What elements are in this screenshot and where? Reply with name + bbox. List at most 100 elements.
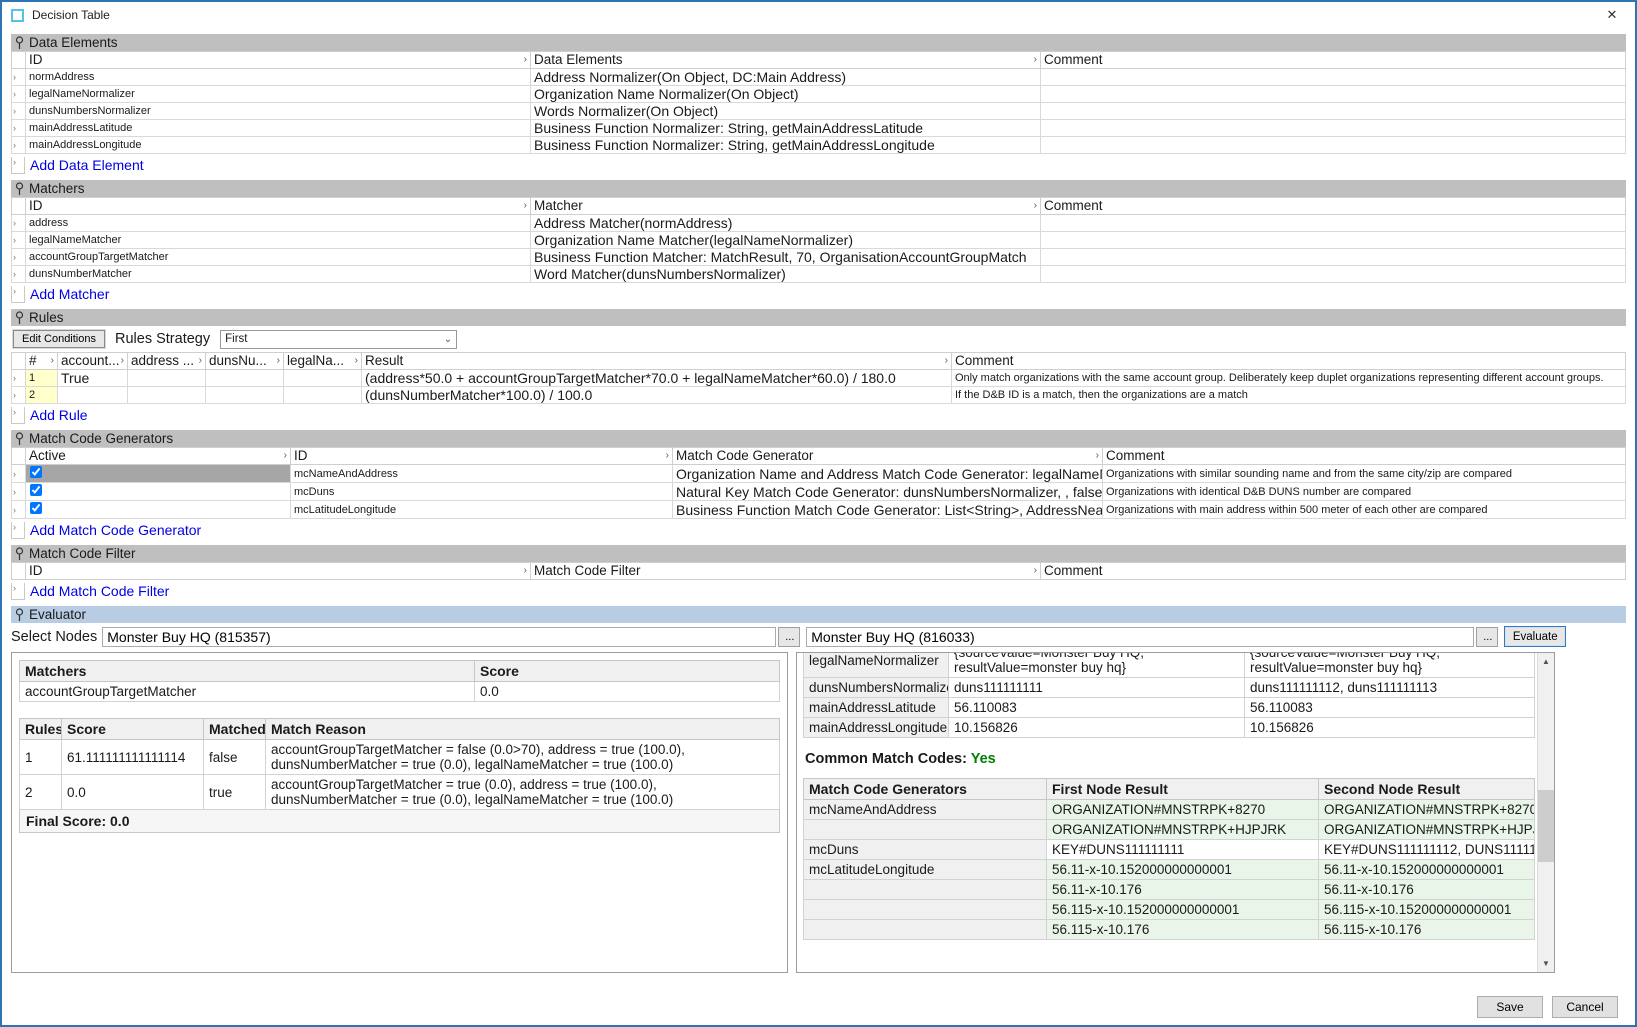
row-selector[interactable]: › <box>12 120 26 137</box>
cell-value[interactable]: Address Matcher(normAddress) <box>531 215 1041 232</box>
cell-value[interactable]: Organization Name and Address Match Code… <box>673 465 1103 483</box>
row-selector[interactable]: › <box>11 583 25 600</box>
cell-account[interactable] <box>58 387 128 404</box>
section-header-match-code-filter[interactable]: Match Code Filter <box>11 545 1626 562</box>
column-header-comment[interactable]: Comment <box>1103 448 1626 465</box>
scrollbar-track[interactable] <box>1538 670 1554 955</box>
cell-id[interactable]: mainAddressLongitude <box>26 137 531 154</box>
vertical-scrollbar[interactable]: ▲ ▼ <box>1537 653 1554 972</box>
column-header-comment[interactable]: Comment <box>1041 563 1626 580</box>
section-header-data-elements[interactable]: Data Elements <box>11 34 1626 51</box>
section-header-match-code-generators[interactable]: Match Code Generators <box>11 430 1626 447</box>
active-checkbox[interactable] <box>30 502 42 514</box>
cell-value[interactable]: Business Function Normalizer: String, ge… <box>531 137 1041 154</box>
cell-rule-number[interactable]: 2 <box>26 387 58 404</box>
column-header-duns[interactable]: dunsNu...› <box>206 353 284 370</box>
cell-comment[interactable] <box>1041 86 1626 103</box>
cell-value[interactable]: Natural Key Match Code Generator: dunsNu… <box>673 483 1103 501</box>
row-selector[interactable]: › <box>11 407 25 424</box>
cell-comment[interactable] <box>1041 249 1626 266</box>
cell-result[interactable]: (dunsNumberMatcher*100.0) / 100.0 <box>362 387 952 404</box>
column-header-account[interactable]: account...› <box>58 353 128 370</box>
row-selector[interactable]: › <box>12 501 26 519</box>
add-matcher-link[interactable]: Add Matcher <box>30 286 109 302</box>
rules-strategy-select[interactable]: First ⌄ <box>220 330 457 349</box>
cell-duns[interactable] <box>206 387 284 404</box>
row-selector[interactable]: › <box>12 465 26 483</box>
cell-comment[interactable] <box>1041 232 1626 249</box>
column-header-legal[interactable]: legalNa...› <box>284 353 362 370</box>
row-selector[interactable]: › <box>12 370 26 387</box>
row-selector[interactable]: › <box>12 266 26 283</box>
cell-comment[interactable]: Organizations with similar sounding name… <box>1103 465 1626 483</box>
column-header-id[interactable]: ID› <box>26 198 531 215</box>
cell-id[interactable]: accountGroupTargetMatcher <box>26 249 531 266</box>
cell-value[interactable]: Words Normalizer(On Object) <box>531 103 1041 120</box>
cell-comment[interactable] <box>1041 103 1626 120</box>
cell-address[interactable] <box>128 370 206 387</box>
cell-comment[interactable]: Organizations with main address within 5… <box>1103 501 1626 519</box>
cell-value[interactable]: Business Function Match Code Generator: … <box>673 501 1103 519</box>
column-header-generator[interactable]: Match Code Generator› <box>673 448 1103 465</box>
cell-id[interactable]: mainAddressLatitude <box>26 120 531 137</box>
add-match-code-filter-link[interactable]: Add Match Code Filter <box>30 583 169 599</box>
column-header-filter[interactable]: Match Code Filter› <box>531 563 1041 580</box>
cell-id[interactable]: dunsNumberMatcher <box>26 266 531 283</box>
row-selector[interactable]: › <box>12 69 26 86</box>
cell-comment[interactable] <box>1041 266 1626 283</box>
scroll-down-icon[interactable]: ▼ <box>1538 955 1554 972</box>
cell-rule-number[interactable]: 1 <box>26 370 58 387</box>
row-selector[interactable]: › <box>12 215 26 232</box>
close-icon[interactable]: ✕ <box>1598 7 1626 23</box>
cell-value[interactable]: Word Matcher(dunsNumbersNormalizer) <box>531 266 1041 283</box>
cell-id[interactable]: normAddress <box>26 69 531 86</box>
column-header-value[interactable]: Data Elements› <box>531 52 1041 69</box>
add-data-element-link[interactable]: Add Data Element <box>30 157 144 173</box>
cell-value[interactable]: Business Function Normalizer: String, ge… <box>531 120 1041 137</box>
column-header-matcher[interactable]: Matcher› <box>531 198 1041 215</box>
column-header-id[interactable]: ID› <box>26 563 531 580</box>
cell-comment[interactable] <box>1041 215 1626 232</box>
cell-id[interactable]: mcNameAndAddress <box>291 465 673 483</box>
active-checkbox[interactable] <box>30 466 42 478</box>
column-header-active[interactable]: Active› <box>26 448 291 465</box>
cell-id[interactable]: legalNameMatcher <box>26 232 531 249</box>
cell-value[interactable]: Organization Name Matcher(legalNameNorma… <box>531 232 1041 249</box>
column-header-id[interactable]: ID› <box>291 448 673 465</box>
cell-id[interactable]: dunsNumbersNormalizer <box>26 103 531 120</box>
add-match-code-generator-link[interactable]: Add Match Code Generator <box>30 522 201 538</box>
column-header-comment[interactable]: Comment <box>952 353 1626 370</box>
row-selector[interactable]: › <box>12 137 26 154</box>
cell-value[interactable]: Business Function Matcher: MatchResult, … <box>531 249 1041 266</box>
scrollbar-thumb[interactable] <box>1538 790 1554 862</box>
row-selector[interactable]: › <box>12 103 26 120</box>
evaluate-button[interactable]: Evaluate <box>1504 626 1566 647</box>
cell-id[interactable]: mcLatitudeLongitude <box>291 501 673 519</box>
column-header-num[interactable]: #› <box>26 353 58 370</box>
add-rule-link[interactable]: Add Rule <box>30 407 88 423</box>
row-selector[interactable]: › <box>12 249 26 266</box>
edit-conditions-button[interactable]: Edit Conditions <box>13 330 105 348</box>
cell-comment[interactable]: Organizations with identical D&B DUNS nu… <box>1103 483 1626 501</box>
scroll-up-icon[interactable]: ▲ <box>1538 653 1554 670</box>
browse-second-node-button[interactable]: ... <box>1476 627 1498 647</box>
cell-comment[interactable] <box>1041 69 1626 86</box>
column-header-result[interactable]: Result› <box>362 353 952 370</box>
cell-id[interactable]: mcDuns <box>291 483 673 501</box>
column-header-address[interactable]: address ...› <box>128 353 206 370</box>
cell-id[interactable]: address <box>26 215 531 232</box>
cell-account[interactable]: True <box>58 370 128 387</box>
cell-comment[interactable]: Only match organizations with the same a… <box>952 370 1626 387</box>
cell-value[interactable]: Organization Name Normalizer(On Object) <box>531 86 1041 103</box>
cell-value[interactable]: Address Normalizer(On Object, DC:Main Ad… <box>531 69 1041 86</box>
row-selector[interactable]: › <box>12 232 26 249</box>
row-selector[interactable]: › <box>11 157 25 174</box>
row-selector[interactable]: › <box>11 522 25 539</box>
cell-id[interactable]: legalNameNormalizer <box>26 86 531 103</box>
cell-duns[interactable] <box>206 370 284 387</box>
section-header-matchers[interactable]: Matchers <box>11 180 1626 197</box>
active-checkbox[interactable] <box>30 484 42 496</box>
cell-address[interactable] <box>128 387 206 404</box>
cell-comment[interactable] <box>1041 120 1626 137</box>
save-button[interactable]: Save <box>1477 996 1543 1018</box>
